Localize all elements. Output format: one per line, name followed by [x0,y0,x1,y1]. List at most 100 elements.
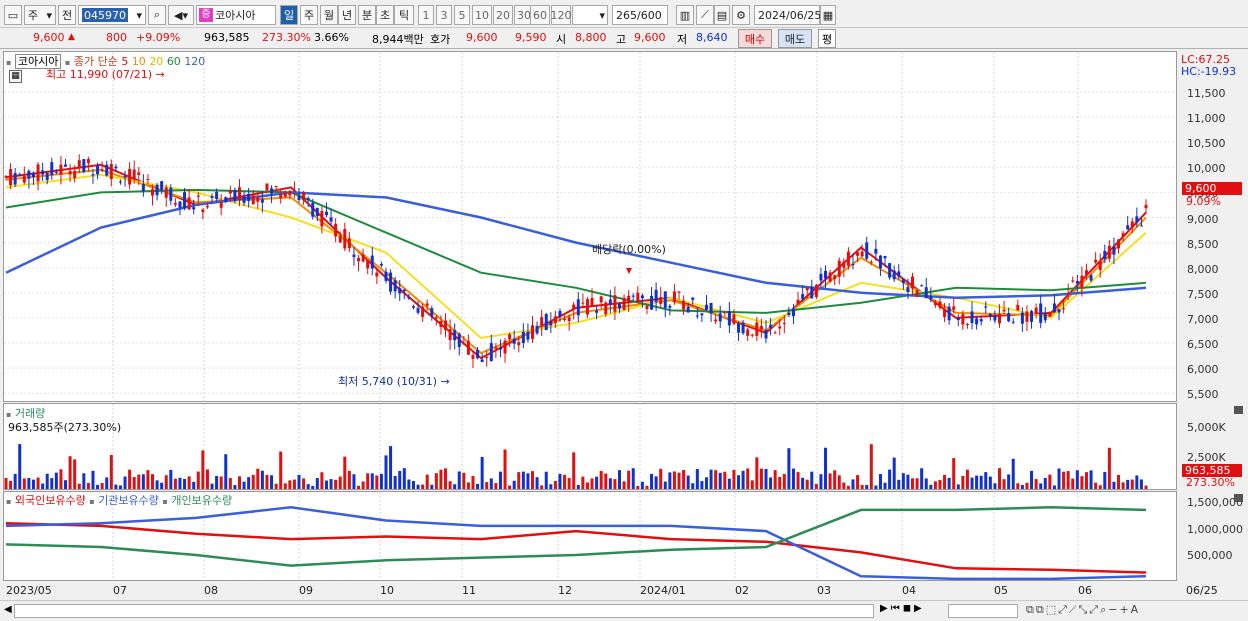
volume-bar [109,454,113,489]
volume-bar [73,459,77,489]
candle-body [769,324,773,328]
volume-bar [636,485,640,489]
candle-body [100,169,104,171]
candle-body [933,302,937,306]
volume-bar [897,479,901,489]
volume-bar [1103,471,1107,489]
candle-body [563,319,567,321]
x-axis-label: 09 [299,584,313,597]
volume-bar [517,472,521,489]
price-y-tick: 10,500 [1187,137,1226,151]
candle-body [595,310,599,313]
price-y-tick: 11,500 [1187,87,1226,100]
volume-bar [498,471,502,489]
candle-body [1034,307,1038,314]
candle-body [842,261,846,268]
volume-bar [36,477,40,489]
candle-body [334,223,338,237]
volume-bar [901,473,905,489]
legend-bullet-icon: ▪ [6,58,12,67]
volume-bar [604,473,608,489]
volume-bar [576,484,580,489]
volume-bar [988,476,992,489]
volume-bar [1043,477,1047,489]
candle-body [457,333,461,348]
candle-body [1089,275,1093,281]
x-axis-label: 04 [902,584,916,597]
holdings-tick-1000000: 1,000,000 [1187,523,1243,536]
legend-bullet-icon: ▪ [6,410,12,419]
volume-bar [279,451,283,489]
candle-body [187,197,191,210]
draw-tools[interactable]: ⧉⧉⬚⤢⟋⤡⤢⌕−+A [1026,603,1140,617]
volume-bar [86,482,90,489]
candle-body [219,202,223,208]
candle-body [430,308,434,316]
candle-body [617,304,621,309]
volume-bar [677,472,681,489]
x-axis-label: 10 [380,584,394,597]
volume-bar [851,479,855,489]
volume-bar [1071,478,1075,489]
candle-body [489,343,493,361]
table-icon[interactable]: ▦ [9,70,22,83]
candle-body [109,163,113,180]
playback-controls[interactable]: ▶⏮◼▶ [880,603,925,614]
candle-body [764,329,768,339]
volume-bar [746,468,750,489]
volume-bar [961,475,965,489]
candle-body [118,181,122,183]
volume-bar [155,480,159,489]
volume-tick-2500k: 2,500K [1187,451,1226,464]
scroll-left-icon[interactable]: ◀ [4,604,12,615]
volume-bar [874,485,878,489]
candle-body [137,172,141,175]
volume-bar [297,474,301,489]
volume-bar [352,474,356,489]
volume-bar [334,479,338,489]
volume-bar [192,481,196,489]
candle-body [585,299,589,315]
candle-body [723,312,727,314]
candle-body [1103,250,1107,260]
candle-body [384,271,388,281]
volume-bar [260,470,264,489]
panel-close-icon[interactable] [1234,494,1243,502]
x-axis-label: 05 [994,584,1008,597]
candle-body [512,338,516,344]
volume-bar [315,478,319,489]
candle-body [714,319,718,322]
volume-bar [737,475,741,489]
candle-body [292,190,296,192]
volume-bar [654,476,658,489]
horizontal-scrollbar[interactable] [14,604,874,618]
legend-institution[interactable]: 기관보유수량 [98,494,159,507]
candle-body [920,285,924,287]
candle-body [943,309,947,318]
volume-bar [695,469,699,489]
volume-bar [714,470,718,489]
legend-individual[interactable]: 개인보유수량 [171,494,232,507]
volume-bar [393,475,397,489]
candle-body [1135,216,1139,223]
volume-bar [1117,474,1121,489]
candle-body [498,347,502,350]
candle-body [540,317,544,327]
volume-bar [544,471,548,489]
candle-body [961,314,965,325]
panel-close-icon[interactable] [1234,406,1243,414]
volume-bar [1034,479,1038,489]
volume-bar [425,474,429,489]
volume-bar [283,483,287,489]
zoom-slider[interactable] [948,604,1018,618]
volume-bar [361,481,365,489]
volume-bar [274,483,278,489]
candle-body [814,284,818,298]
candle-body [201,209,205,212]
legend-ma60: 60 [166,55,181,68]
candle-body [347,238,351,249]
candle-body [979,319,983,322]
volume-bar [686,475,690,489]
legend-foreign[interactable]: 외국인보유수량 [15,494,86,507]
candle-body [988,314,992,317]
